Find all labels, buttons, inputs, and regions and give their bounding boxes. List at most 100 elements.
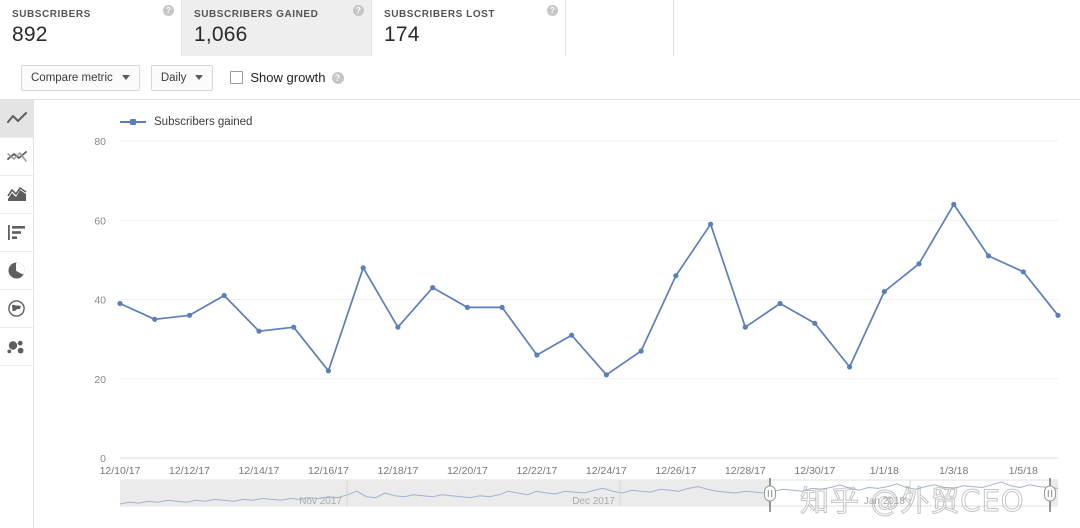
data-point[interactable] (708, 221, 714, 227)
data-point[interactable] (395, 324, 401, 330)
sidebar-item-bubble-chart[interactable] (0, 328, 33, 366)
metric-value: 1,066 (194, 23, 248, 46)
sidebar-item-compare-lines[interactable] (0, 138, 33, 176)
metric-card-subscribers[interactable]: SUBSCRIBERS 892 ? (0, 0, 182, 56)
help-icon[interactable]: ? (353, 5, 364, 16)
bar-chart-icon (7, 225, 26, 240)
svg-text:12/12/17: 12/12/17 (169, 465, 210, 474)
svg-text:12/18/17: 12/18/17 (377, 465, 418, 474)
data-point[interactable] (117, 300, 123, 307)
help-icon[interactable]: ? (163, 5, 174, 16)
data-point[interactable] (256, 328, 262, 334)
show-growth-label: Show growth (250, 70, 326, 85)
svg-text:12/20/17: 12/20/17 (447, 465, 488, 474)
metric-label: SUBSCRIBERS LOST (384, 9, 496, 20)
show-growth-checkbox[interactable] (230, 71, 244, 84)
data-point[interactable] (1055, 312, 1061, 318)
metric-label: SUBSCRIBERS GAINED (194, 9, 319, 20)
svg-text:12/10/17: 12/10/17 (100, 465, 141, 474)
data-point[interactable] (742, 324, 748, 330)
data-point[interactable] (325, 368, 331, 374)
data-point[interactable] (221, 292, 227, 299)
data-point[interactable] (569, 332, 575, 338)
compare-lines-icon (6, 150, 27, 164)
metrics-summary-bar: SUBSCRIBERS 892 ? SUBSCRIBERS GAINED 1,0… (0, 0, 1080, 57)
data-point[interactable] (360, 265, 366, 271)
chart-toolbar: Compare metric Daily Show growth ? (0, 56, 1080, 100)
sidebar-item-geography[interactable] (0, 290, 33, 328)
area-chart-icon (6, 187, 27, 202)
svg-text:12/28/17: 12/28/17 (725, 465, 766, 474)
series-line-subscribers-gained (119, 203, 1059, 376)
month-label: Jan 2018 (864, 496, 906, 507)
help-icon[interactable]: ? (547, 5, 558, 16)
scrubber-unselected-left[interactable] (120, 480, 770, 506)
data-point[interactable] (777, 300, 783, 307)
data-point[interactable] (1020, 269, 1026, 275)
svg-text:80: 80 (94, 136, 106, 148)
svg-text:1/3/18: 1/3/18 (939, 465, 968, 474)
metric-value: 174 (384, 23, 420, 46)
data-point[interactable] (812, 320, 818, 326)
metric-card-subscribers-lost[interactable]: SUBSCRIBERS LOST 174 ? (372, 0, 566, 56)
line-chart-icon (6, 111, 27, 126)
metric-label: SUBSCRIBERS (12, 9, 91, 20)
svg-text:20: 20 (94, 374, 106, 386)
interval-select-button[interactable]: Daily (150, 64, 214, 91)
chevron-down-icon (195, 75, 204, 80)
svg-text:0: 0 (100, 453, 106, 465)
svg-text:40: 40 (94, 295, 106, 307)
svg-text:12/14/17: 12/14/17 (239, 465, 280, 474)
sidebar-item-bar-chart[interactable] (0, 214, 33, 252)
data-point[interactable] (499, 304, 505, 310)
svg-text:12/26/17: 12/26/17 (655, 465, 696, 474)
data-point[interactable] (152, 316, 158, 322)
chart-type-rail (0, 100, 34, 528)
svg-text:1/1/18: 1/1/18 (870, 465, 899, 474)
interval-label: Daily (160, 71, 187, 84)
svg-text:12/16/17: 12/16/17 (308, 465, 349, 474)
month-label: Nov 2017 (299, 496, 342, 507)
data-point[interactable] (430, 285, 436, 291)
month-label: Dec 2017 (572, 496, 615, 507)
data-point[interactable] (916, 261, 922, 267)
compare-metric-button[interactable]: Compare metric (21, 64, 140, 91)
data-point[interactable] (603, 372, 610, 378)
chart-y-axis-labels: 0 20 40 60 80 (94, 136, 106, 465)
sidebar-item-line-chart[interactable] (0, 100, 33, 138)
data-point[interactable] (534, 352, 540, 358)
chart-plot-area[interactable]: 0 20 40 60 80 12/10/17 12/12/17 12/14/17 12/16/… (34, 100, 1080, 474)
pie-chart-icon (8, 262, 25, 279)
sidebar-item-area-chart[interactable] (0, 176, 33, 214)
compare-metric-label: Compare metric (31, 71, 113, 84)
subscribers-gained-chart: Subscribers gained 0 20 40 60 80 12/10/17 12/… (34, 100, 1080, 474)
metric-card-empty-1 (566, 0, 674, 56)
data-point[interactable] (847, 364, 853, 370)
geography-globe-icon (8, 300, 25, 317)
svg-text:60: 60 (94, 215, 106, 227)
data-point[interactable] (464, 304, 470, 310)
data-point[interactable] (291, 324, 297, 330)
metric-card-empty-2 (674, 0, 1080, 56)
bubble-chart-icon (7, 340, 26, 354)
data-point[interactable] (186, 312, 193, 318)
metric-card-subscribers-gained[interactable]: SUBSCRIBERS GAINED 1,066 ? (182, 0, 372, 56)
svg-text:12/22/17: 12/22/17 (516, 465, 557, 474)
data-point[interactable] (881, 289, 887, 295)
series-markers-subscribers-gained (117, 201, 1061, 378)
show-growth-control[interactable]: Show growth ? (230, 70, 344, 85)
date-range-scrubber[interactable]: Nov 2017 Dec 2017 Jan 2018 (120, 478, 1058, 512)
data-point[interactable] (951, 201, 957, 207)
data-point[interactable] (638, 348, 644, 354)
svg-text:12/30/17: 12/30/17 (794, 465, 835, 474)
data-point[interactable] (673, 273, 679, 279)
svg-text:12/24/17: 12/24/17 (586, 465, 627, 474)
sidebar-item-pie-chart[interactable] (0, 252, 33, 290)
chart-gridlines (120, 140, 1058, 459)
data-point[interactable] (985, 253, 992, 259)
chart-x-axis-labels: 12/10/17 12/12/17 12/14/17 12/16/17 12/18/17… (100, 465, 1038, 474)
chevron-down-icon (121, 75, 130, 80)
svg-text:1/5/18: 1/5/18 (1009, 465, 1038, 474)
help-icon[interactable]: ? (331, 71, 344, 84)
metric-value: 892 (12, 23, 48, 46)
